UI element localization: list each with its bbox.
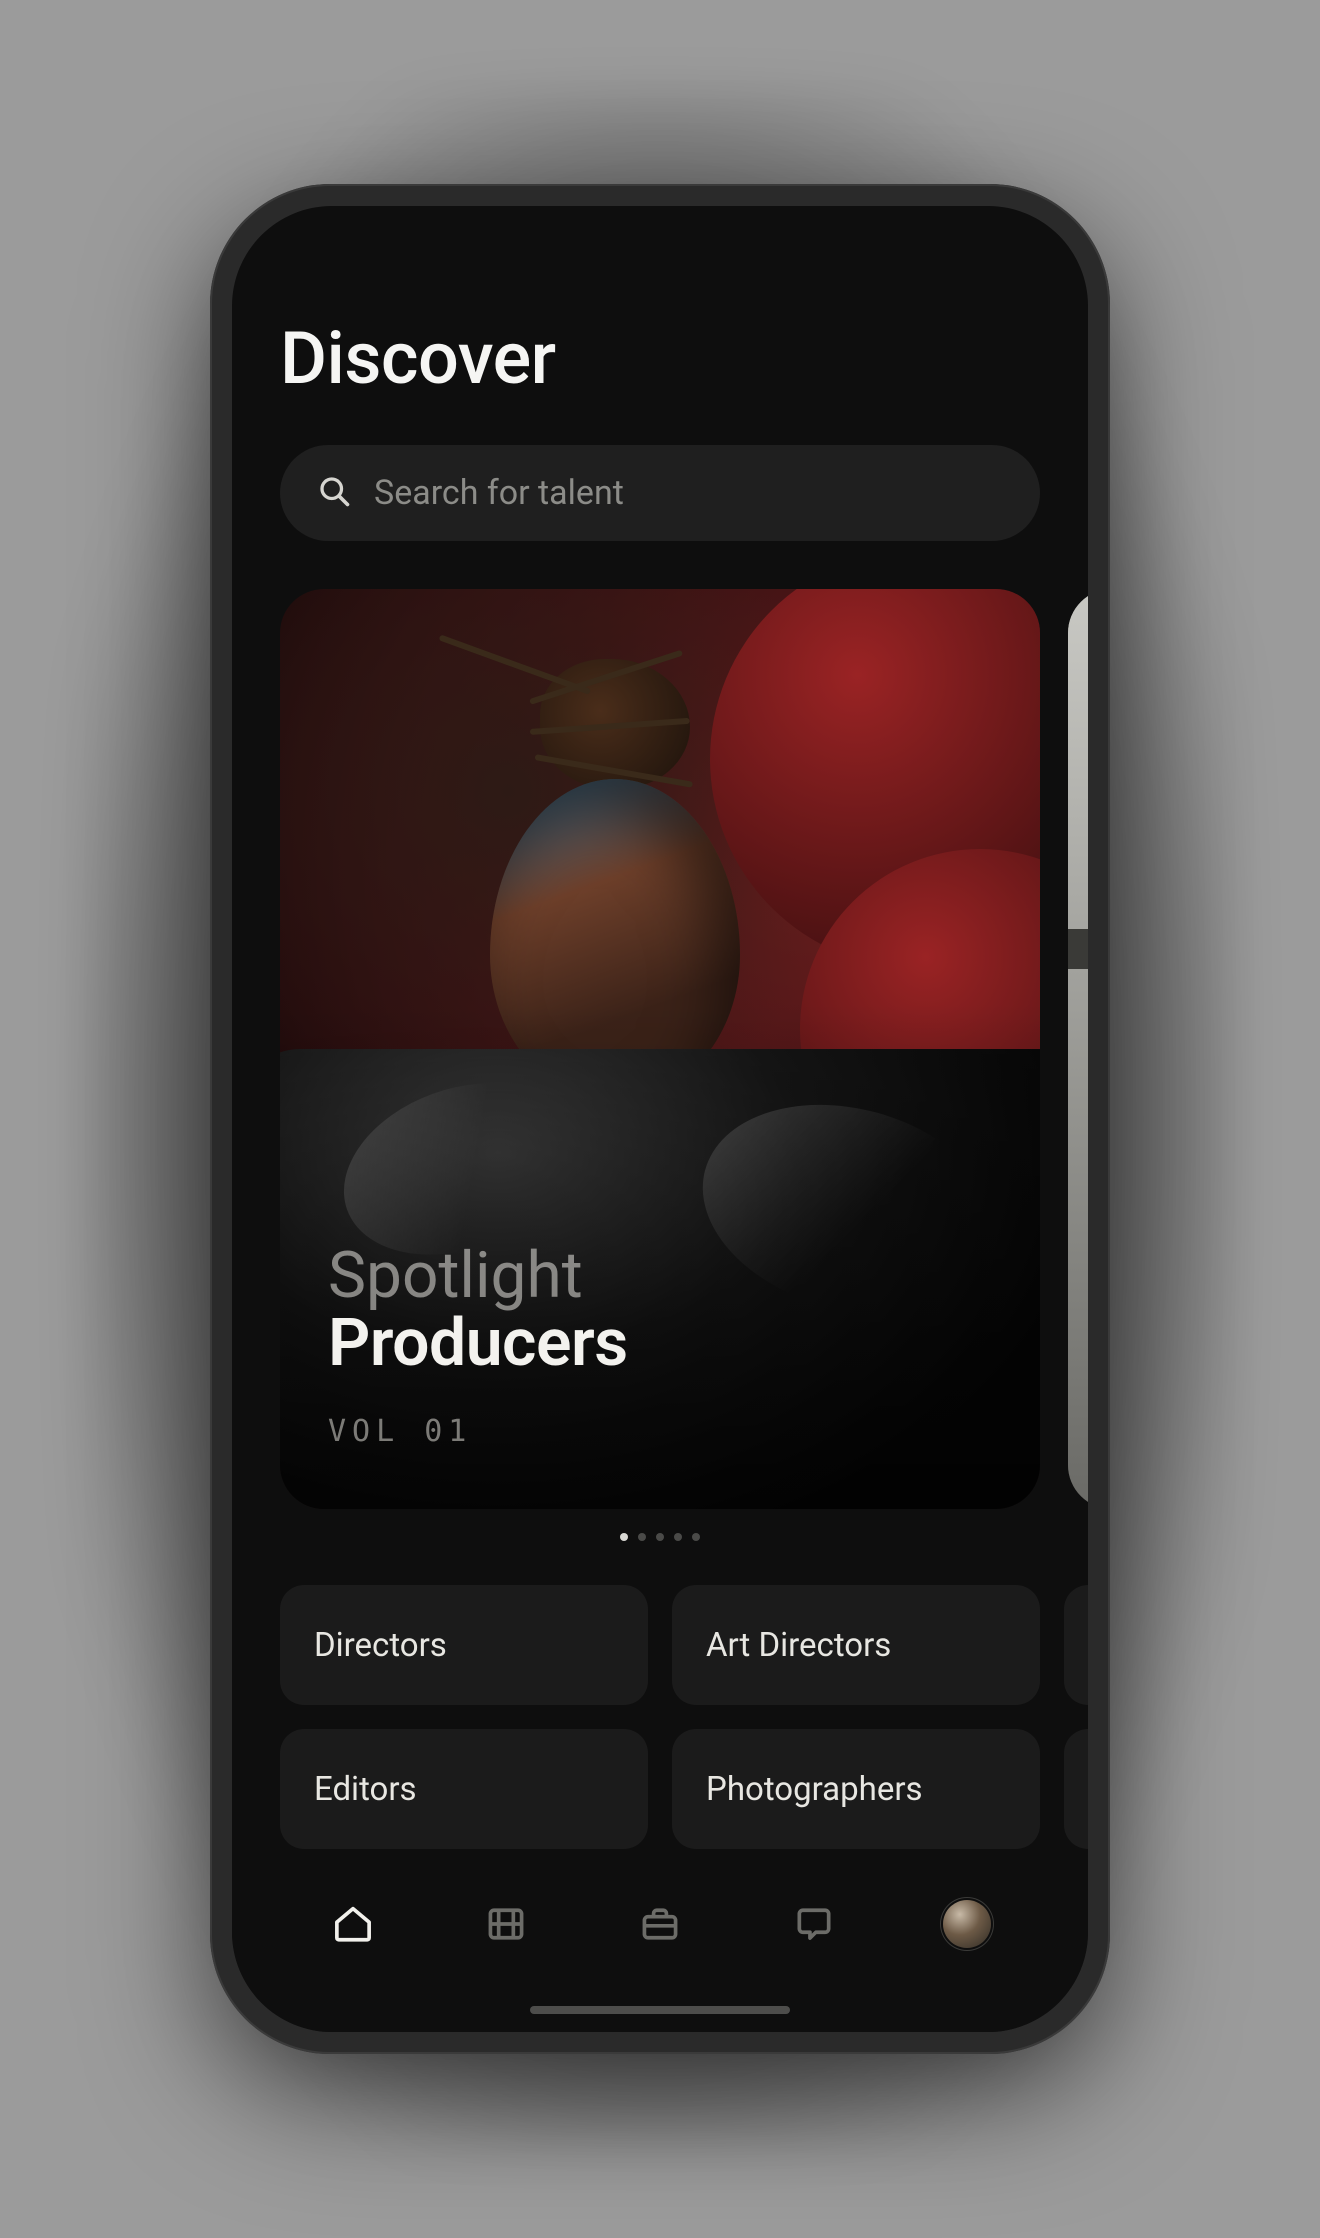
tab-reels[interactable] — [480, 1898, 532, 1950]
category-label: Directors — [314, 1626, 447, 1665]
tab-messages[interactable] — [788, 1898, 840, 1950]
category-grid: Directors Art Directors Editors Photogra… — [280, 1585, 1088, 1849]
device-frame: Discover Search for talent — [210, 184, 1110, 2054]
category-chip-photographers[interactable]: Photographers — [672, 1729, 1040, 1849]
page-title: Discover — [280, 316, 1040, 401]
category-label: Photographers — [706, 1770, 923, 1809]
tab-profile[interactable] — [941, 1898, 993, 1950]
category-chip-peek[interactable] — [1064, 1729, 1088, 1849]
category-chip-directors[interactable]: Directors — [280, 1585, 648, 1705]
briefcase-icon — [638, 1902, 682, 1946]
avatar — [943, 1900, 991, 1948]
carousel-dot[interactable] — [674, 1533, 682, 1541]
spotlight-card-next[interactable] — [1068, 589, 1088, 1509]
carousel-dot[interactable] — [620, 1533, 628, 1541]
tab-home[interactable] — [327, 1898, 379, 1950]
chat-icon — [792, 1902, 836, 1946]
spotlight-eyebrow: Spotlight — [328, 1242, 628, 1309]
search-input[interactable]: Search for talent — [280, 445, 1040, 541]
spotlight-card[interactable]: Spotlight Producers VOL 01 — [280, 589, 1040, 1509]
screen: Discover Search for talent — [232, 206, 1088, 2032]
spotlight-headline: Producers — [328, 1309, 628, 1378]
carousel-dot[interactable] — [692, 1533, 700, 1541]
home-icon — [331, 1902, 375, 1946]
search-icon — [316, 473, 352, 513]
category-label: Editors — [314, 1770, 417, 1809]
category-label: Art Directors — [706, 1626, 891, 1665]
carousel-dot[interactable] — [656, 1533, 664, 1541]
film-icon — [484, 1902, 528, 1946]
search-placeholder: Search for talent — [374, 473, 624, 513]
spotlight-carousel[interactable]: Spotlight Producers VOL 01 — [280, 589, 1088, 1541]
tab-jobs[interactable] — [634, 1898, 686, 1950]
category-chip-peek[interactable] — [1064, 1585, 1088, 1705]
category-chip-editors[interactable]: Editors — [280, 1729, 648, 1849]
carousel-pagination — [280, 1533, 1040, 1541]
category-chip-art-directors[interactable]: Art Directors — [672, 1585, 1040, 1705]
carousel-dot[interactable] — [638, 1533, 646, 1541]
spotlight-volume: VOL 01 — [328, 1414, 628, 1449]
home-indicator — [530, 2006, 790, 2014]
